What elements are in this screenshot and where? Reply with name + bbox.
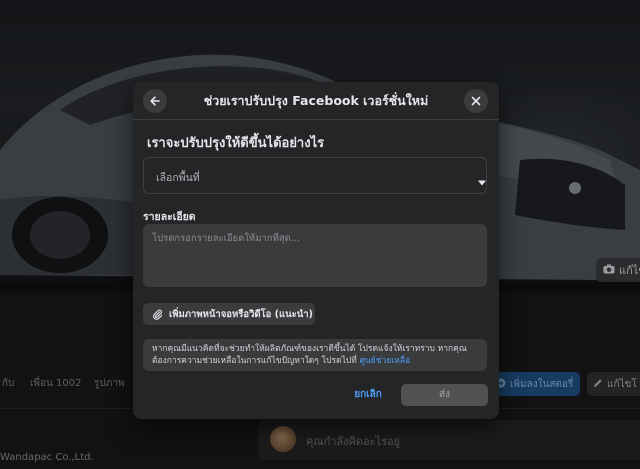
back-button[interactable] — [143, 89, 167, 113]
improvement-question: เราจะปรับปรุงให้ดีขึ้นได้อย่างไร — [147, 136, 325, 151]
add-screenshot-button[interactable]: เพิ่มภาพหน้าจอหรือวิดีโอ (แนะนำ) — [143, 303, 315, 325]
area-select[interactable]: เลือกพื้นที่ — [143, 157, 487, 194]
feedback-dialog: ช่วยเราปรับปรุง Facebook เวอร์ชั่นใหม่ เ… — [133, 82, 499, 419]
help-notice-text: หากคุณมีแนวคิดที่จะช่วยทำให้ผลิตภัณฑ์ของ… — [152, 344, 467, 366]
help-notice: หากคุณมีแนวคิดที่จะช่วยทำให้ผลิตภัณฑ์ของ… — [143, 339, 487, 371]
add-screenshot-label: เพิ่มภาพหน้าจอหรือวิดีโอ (แนะนำ) — [169, 308, 313, 320]
caret-down-icon — [477, 172, 487, 191]
dialog-header: ช่วยเราปรับปรุง Facebook เวอร์ชั่นใหม่ — [133, 82, 499, 120]
close-button[interactable] — [464, 89, 488, 113]
cancel-button[interactable]: ยกเลิก — [338, 384, 398, 406]
help-center-link[interactable]: ศูนย์ช่วยเหลือ — [360, 356, 411, 366]
back-arrow-icon — [149, 92, 161, 111]
details-field[interactable] — [143, 224, 487, 287]
details-label: รายละเอียด — [143, 211, 196, 223]
area-select-value: เลือกพื้นที่ — [156, 172, 200, 184]
submit-button[interactable]: ส่ง — [401, 384, 488, 406]
close-icon — [470, 92, 482, 111]
facebook-page: แก้ไข กับ เพื่อน 1002 รูปภาพ เพิ่มลงในสต… — [0, 0, 640, 469]
paperclip-icon — [152, 305, 163, 324]
dialog-title: ช่วยเราปรับปรุง Facebook เวอร์ชั่นใหม่ — [203, 93, 429, 108]
